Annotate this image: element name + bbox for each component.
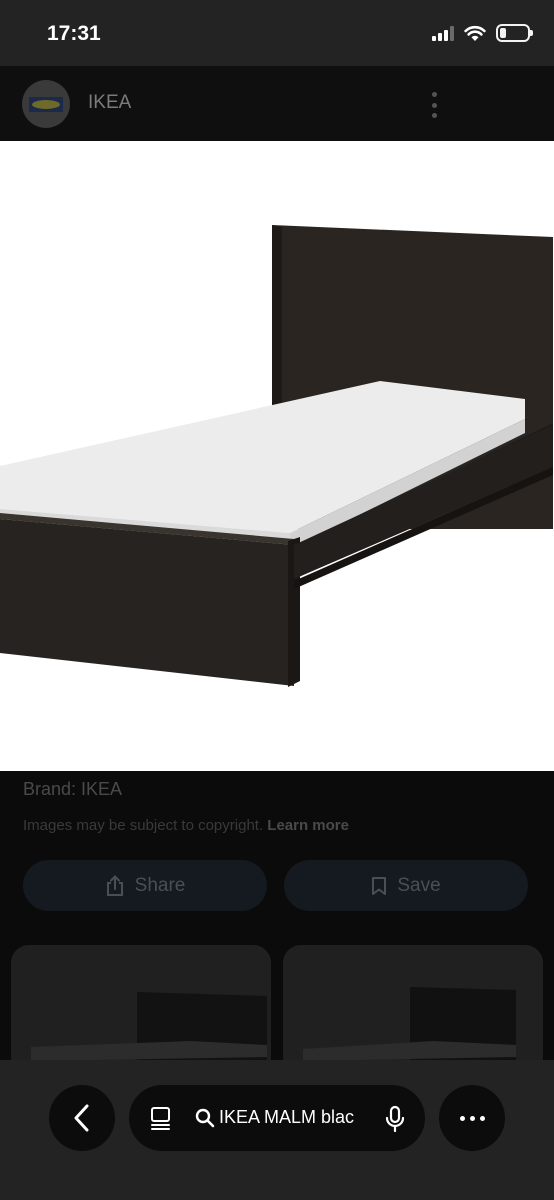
site-avatar[interactable] <box>22 80 70 128</box>
more-vert-icon[interactable] <box>422 90 446 120</box>
share-button[interactable]: Share <box>23 860 267 911</box>
wifi-icon <box>464 25 486 41</box>
save-label: Save <box>397 874 441 896</box>
search-icon <box>195 1108 215 1128</box>
share-label: Share <box>134 874 186 896</box>
tabs-icon <box>151 1107 170 1130</box>
save-button[interactable]: Save <box>284 860 528 911</box>
brand-label: Brand: IKEA <box>23 779 123 799</box>
related-result-card[interactable] <box>11 945 271 1075</box>
copyright-text: Images may be subject to copyright. <box>23 817 264 834</box>
bookmark-icon <box>372 876 387 895</box>
search-query[interactable]: IKEA MALM blac <box>219 1107 375 1128</box>
search-bar[interactable]: IKEA MALM blac <box>129 1085 425 1151</box>
signal-icon <box>432 25 454 41</box>
mic-icon[interactable] <box>385 1105 405 1133</box>
bed-illustration <box>0 225 553 687</box>
product-image[interactable] <box>0 141 554 771</box>
back-button[interactable] <box>49 1085 115 1151</box>
status-icons <box>432 24 533 42</box>
battery-icon <box>496 24 533 42</box>
share-icon <box>106 874 123 896</box>
site-header: IKEA <box>0 66 554 141</box>
related-result-card[interactable] <box>283 945 543 1075</box>
status-time: 17:31 <box>47 22 101 45</box>
ikea-logo <box>29 96 63 112</box>
back-icon <box>74 1104 89 1132</box>
status-bar: 17:31 <box>0 0 554 66</box>
copyright-notice: Images may be subject to copyright. Lear… <box>23 817 349 834</box>
more-horiz-icon[interactable] <box>439 1085 505 1151</box>
bottom-toolbar: IKEA MALM blac <box>0 1060 554 1200</box>
site-name[interactable]: IKEA <box>88 92 131 114</box>
learn-more-link[interactable]: Learn more <box>267 817 349 834</box>
related-bed-thumbnail <box>283 945 543 1075</box>
related-bed-thumbnail <box>11 945 271 1075</box>
